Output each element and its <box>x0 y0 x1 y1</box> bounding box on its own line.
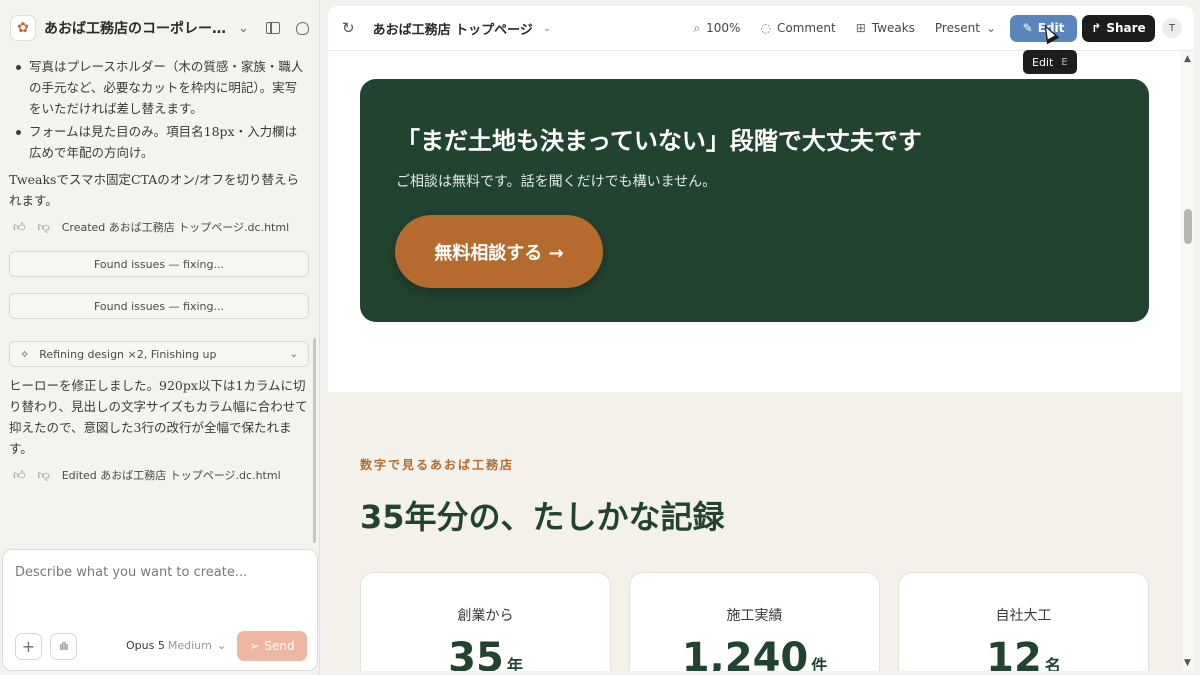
chevron-down-icon[interactable]: ⌄ <box>238 21 249 36</box>
list-item: フォームは見た目のみ。項目名18px・入力欄は広めで年配の方向け。 <box>9 121 309 163</box>
chevron-down-icon: ⌄ <box>289 348 298 360</box>
created-file-link[interactable]: Created あおば工務店 トップページ.dc.html <box>62 219 289 235</box>
share-label: Share <box>1106 21 1146 35</box>
model-selector[interactable]: Opus 5 Medium ⌄ <box>126 639 226 652</box>
scrollbar-thumb[interactable] <box>1184 209 1192 244</box>
model-name: Opus 5 <box>126 639 165 652</box>
present-button[interactable]: Present ⌄ <box>935 21 996 35</box>
found-issues-status[interactable]: Found issues — fixing... <box>9 251 309 277</box>
thumbs-down-icon[interactable]: 👎︎ <box>38 220 50 235</box>
tooltip-label: Edit <box>1032 55 1054 69</box>
page-name[interactable]: あおば工務店 トップページ <box>373 19 533 38</box>
chat-panel: ✿ あおば工務店のコーポレート… ⌄ 写真はプレースホルダー（木の質感・家族・職… <box>0 0 320 675</box>
free-consultation-button[interactable]: 無料相談する → <box>395 215 603 288</box>
tweaks-note: Tweaksでスマホ固定CTAのオン/オフを切り替えられます。 <box>9 172 300 208</box>
present-label: Present <box>934 21 980 35</box>
avatar[interactable]: T <box>1162 18 1182 38</box>
chat-panel-header: ✿ あおば工務店のコーポレート… ⌄ <box>0 0 319 56</box>
stat-label: 自社大工 <box>995 608 1052 624</box>
scroll-up-icon[interactable]: ▲ <box>1184 54 1191 64</box>
refining-status[interactable]: ✧ Refining design ×2, Finishing up ⌄ <box>9 341 309 367</box>
model-level: Medium <box>167 639 212 652</box>
preview-toolbar: ↻ あおば工務店 トップページ ⌄ ⌕ 100% ◌ Comment ⊞ Twe… <box>328 6 1194 51</box>
stat-value-wrap: 12 名 <box>899 635 1148 671</box>
zoom-button[interactable]: ⌕ 100% <box>693 21 740 36</box>
cta-heading: 「まだ土地も決まっていない」段階で大丈夫です <box>396 127 922 155</box>
thumbs-up-icon[interactable]: 👍︎ <box>13 220 26 235</box>
stat-unit: 年 <box>506 656 523 671</box>
plus-icon[interactable]: + <box>15 633 42 660</box>
chevron-down-icon[interactable]: ⌄ <box>543 23 551 34</box>
stats-section: 数字で見るあおば工務店 35年分の、たしかな記録 創業から 35 年 施工実績 1… <box>328 392 1181 671</box>
zoom-level: 100% <box>706 21 741 35</box>
found-issues-status[interactable]: Found issues — fixing... <box>9 293 309 319</box>
tweaks-button[interactable]: ⊞ Tweaks <box>856 21 915 35</box>
comment-label: Comment <box>776 21 836 35</box>
prompt-input[interactable]: Describe what you want to create... <box>15 565 247 580</box>
sparkle-icon: ✧ <box>20 347 30 361</box>
message-bullets: 写真はプレースホルダー（木の質感・家族・職人の手元など、必要なカットを枠内に明記… <box>9 56 309 163</box>
stat-value: 12 <box>986 635 1042 671</box>
tooltip-shortcut: E <box>1061 56 1068 68</box>
chevron-down-icon: ⌄ <box>216 639 227 652</box>
refining-label: Refining design ×2, Finishing up <box>39 347 217 361</box>
comment-icon: ◌ <box>760 21 771 35</box>
stat-card: 創業から 35 年 <box>360 572 611 671</box>
send-icon: ➢ <box>249 639 260 653</box>
canvas-scrollbar[interactable]: ▲ ▼ <box>1182 51 1194 671</box>
stats-heading: 35年分の、たしかな記録 <box>360 498 725 536</box>
stat-value: 1,240 <box>681 635 809 671</box>
stat-unit: 件 <box>811 656 828 671</box>
share-button[interactable]: ↱ Share <box>1082 14 1155 42</box>
comment-button[interactable]: ◌ Comment <box>760 21 835 35</box>
stat-value-wrap: 35 年 <box>361 635 610 671</box>
scroll-down-icon[interactable]: ▼ <box>1184 658 1191 668</box>
cta-subtext: ご相談は無料です。話を聞くだけでも構いません。 <box>396 174 717 190</box>
sidebar-toggle-icon[interactable] <box>266 22 280 34</box>
zoom-icon: ⌕ <box>693 20 701 35</box>
chat-history: 写真はプレースホルダー（木の質感・家族・職人の手元など、必要なカットを枠内に明記… <box>0 56 318 546</box>
send-label: Send <box>264 639 295 653</box>
thumbs-up-icon[interactable]: 👍︎ <box>13 468 26 483</box>
tweaks-icon: ⊞ <box>855 21 866 35</box>
stat-card: 自社大工 12 名 <box>898 572 1149 671</box>
thumbs-down-icon[interactable]: 👎︎ <box>38 468 50 483</box>
notification-icon[interactable] <box>296 21 309 35</box>
stat-card: 施工実績 1,240 件 <box>629 572 880 671</box>
chat-scrollbar[interactable] <box>313 338 316 543</box>
palette-logo-icon[interactable]: ✿ <box>10 15 36 41</box>
stats-eyebrow: 数字で見るあおば工務店 <box>360 458 515 472</box>
send-button[interactable]: ➢ Send <box>237 631 307 661</box>
message-actions: 👍︎ 👎︎ Created あおば工務店 トップページ.dc.html <box>9 217 309 237</box>
hero-note: ヒーローを修正しました。920px以下は1カラムに切り替わり、見出しの文字サイズ… <box>9 378 308 456</box>
waveform-icon[interactable]: ıllı <box>50 633 77 660</box>
stat-label: 施工実績 <box>726 608 783 624</box>
reload-icon[interactable]: ↻ <box>342 19 355 37</box>
stat-label: 創業から <box>457 608 514 624</box>
message-actions: 👍︎ 👎︎ Edited あおば工務店 トップページ.dc.html <box>9 465 309 485</box>
composer: Describe what you want to create... + ıl… <box>2 549 318 671</box>
stat-value: 35 <box>448 635 504 671</box>
edit-tooltip: Edit E <box>1023 50 1077 74</box>
stat-value-wrap: 1,240 件 <box>630 635 879 671</box>
tweaks-label: Tweaks <box>871 21 915 35</box>
project-title[interactable]: あおば工務店のコーポレート… <box>44 18 230 38</box>
pencil-icon: ✎ <box>1022 21 1033 35</box>
list-item: 写真はプレースホルダー（木の質感・家族・職人の手元など、必要なカットを枠内に明記… <box>9 56 309 119</box>
edited-file-link[interactable]: Edited あおば工務店 トップページ.dc.html <box>62 467 281 483</box>
share-icon: ↱ <box>1091 21 1102 35</box>
cta-section: 「まだ土地も決まっていない」段階で大丈夫です ご相談は無料です。話を聞くだけでも… <box>360 79 1149 322</box>
chevron-down-icon: ⌄ <box>985 21 996 35</box>
preview-canvas[interactable]: 「まだ土地も決まっていない」段階で大丈夫です ご相談は無料です。話を聞くだけでも… <box>328 51 1181 671</box>
stat-unit: 名 <box>1044 656 1061 671</box>
